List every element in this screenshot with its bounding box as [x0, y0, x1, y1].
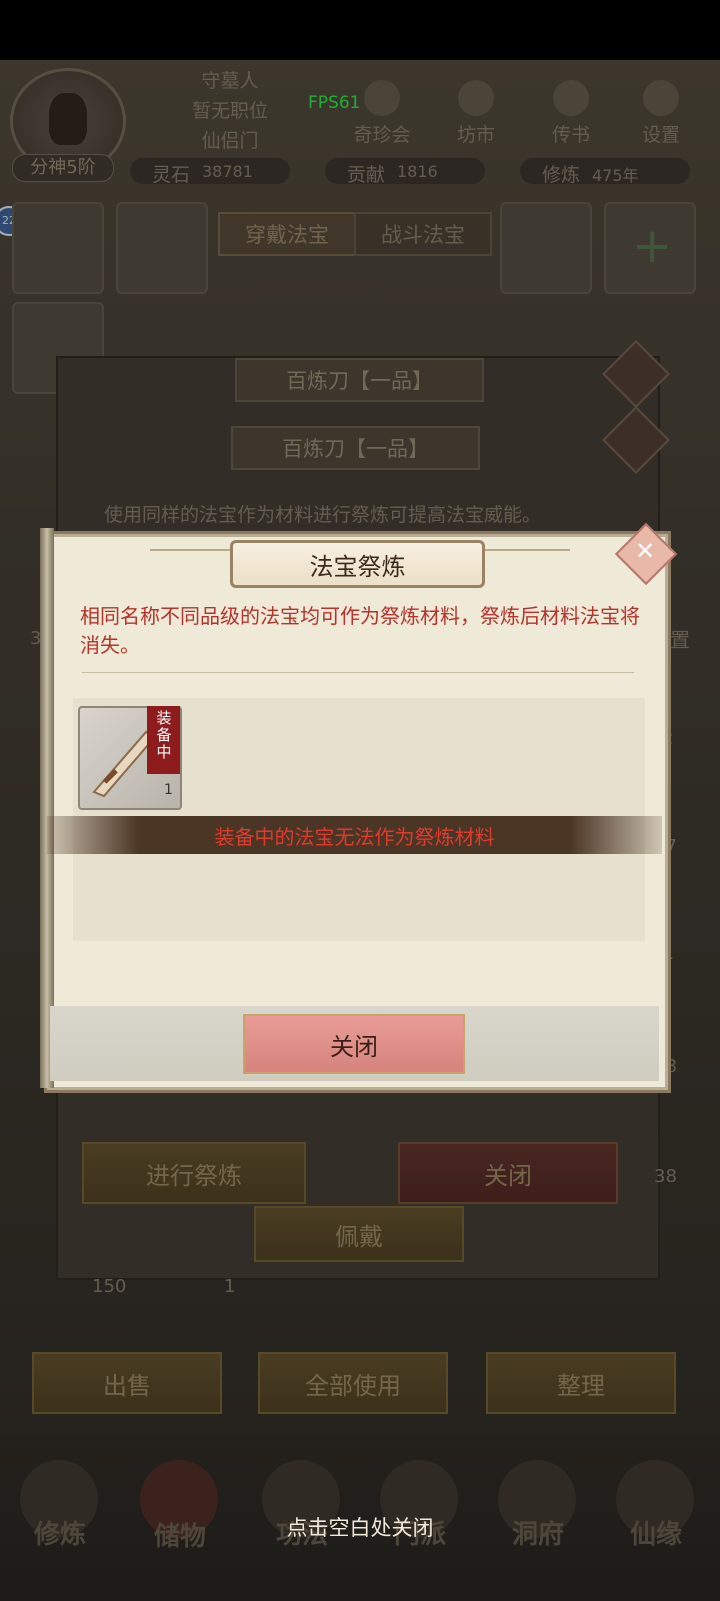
divider [82, 672, 634, 673]
equipped-tag-label: 装备中 [156, 709, 172, 761]
close-button[interactable]: 关闭 [243, 1014, 465, 1074]
dialog-description: 相同名称不同品级的法宝均可作为祭炼材料，祭炼后材料法宝将消失。 [80, 604, 640, 657]
equipped-tag: 装备中 [147, 706, 180, 774]
item-count: 1 [164, 782, 173, 798]
close-icon: ✕ [634, 537, 656, 565]
scroll-rod-left [40, 528, 54, 1088]
warning-text: 装备中的法宝无法作为祭炼材料 [214, 824, 495, 849]
dialog-title: 法宝祭炼 [309, 552, 406, 581]
close-hint[interactable]: 点击空白处关闭 [200, 1512, 520, 1542]
